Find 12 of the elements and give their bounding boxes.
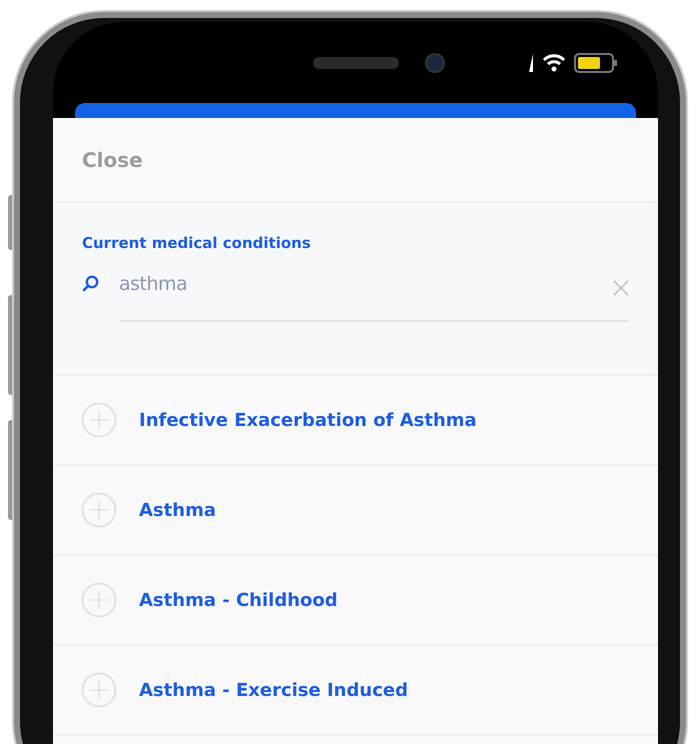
condition-option[interactable]: Infective Exacerbation of Asthma: [139, 410, 477, 430]
field-label: Current medical conditions: [82, 234, 311, 252]
signal-icon: [528, 54, 534, 72]
condition-option[interactable]: Asthma - Childhood: [139, 590, 338, 610]
camera-lens: [425, 52, 445, 72]
wifi-icon: [542, 54, 566, 72]
clear-icon[interactable]: [613, 280, 629, 296]
condition-option[interactable]: Asthma - Exercise Induced: [139, 680, 408, 700]
battery-icon: [574, 52, 618, 72]
search-field[interactable]: asthma: [119, 270, 629, 322]
search-icon: [82, 274, 99, 292]
condition-option[interactable]: Asthma: [139, 500, 216, 520]
